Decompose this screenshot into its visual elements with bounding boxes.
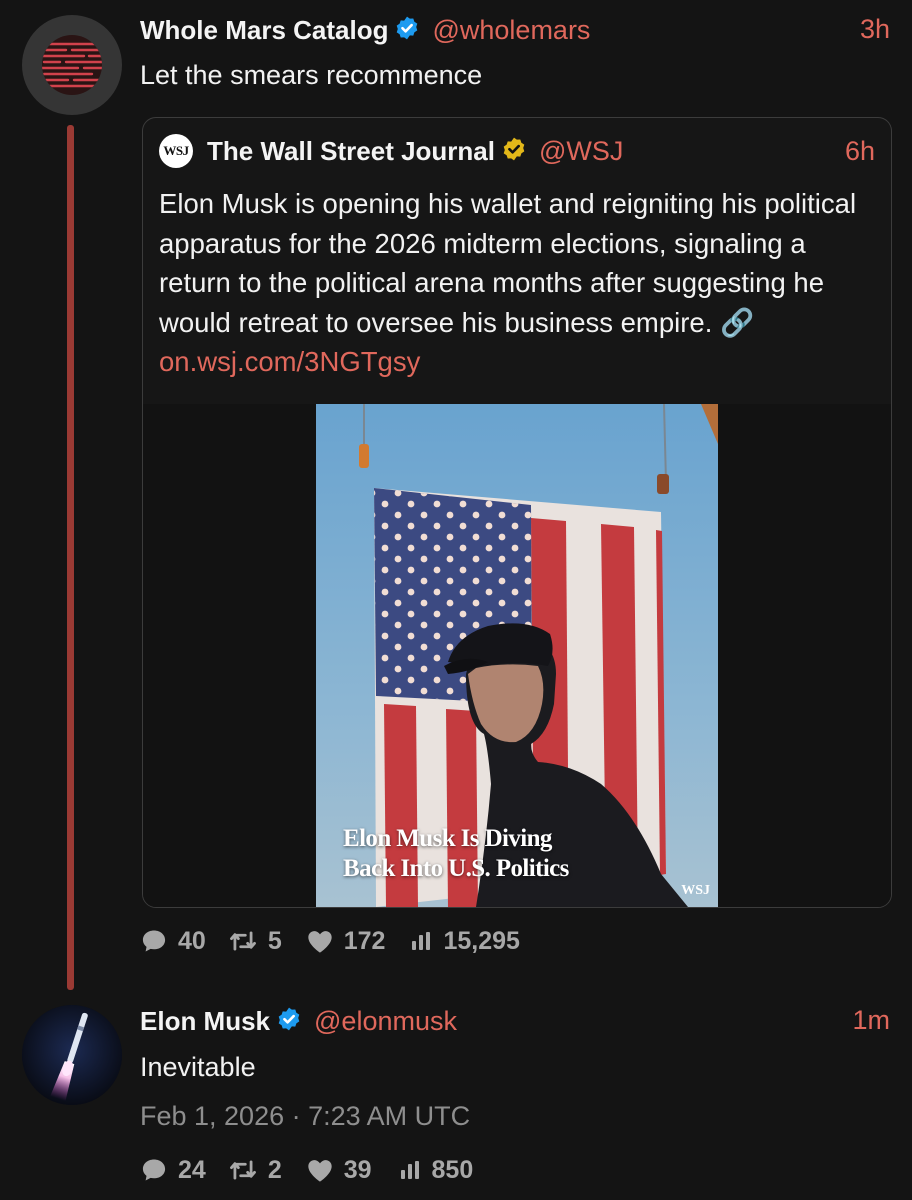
retweet-action[interactable]: 5 xyxy=(228,927,282,956)
bar-chart-icon xyxy=(400,1161,419,1179)
reply-count: 40 xyxy=(178,926,206,955)
tweet-text: Let the smears recommence xyxy=(140,60,483,90)
retweet-action[interactable]: 2 xyxy=(228,1156,282,1185)
reply-author-name[interactable]: Elon Musk xyxy=(140,1006,270,1037)
reply-action[interactable]: 24 xyxy=(140,1156,206,1185)
avatar-elonmusk[interactable] xyxy=(22,1005,122,1105)
wsj-logo: WSJ xyxy=(159,134,193,168)
reply-time[interactable]: 1m xyxy=(790,1005,890,1036)
avatar-wholemars[interactable] xyxy=(22,15,122,115)
quote-text-block: Elon Musk is opening his wallet and reig… xyxy=(159,184,879,382)
retweet-count: 2 xyxy=(267,1155,282,1184)
views-count: 15,295 xyxy=(443,926,520,955)
reply-date[interactable]: Feb 1, 2026 · 7:23 AM UTC xyxy=(140,1101,470,1132)
quote-header: WSJ The Wall Street Journal @WSJ 6h xyxy=(159,134,875,168)
media-headline-line2: Back Into U.S. Politics xyxy=(343,855,569,882)
views-action[interactable]: 850 xyxy=(398,1155,474,1185)
media-headline: Elon Musk Is Diving Back Into U.S. Polit… xyxy=(343,824,569,884)
reply-actions: 24 2 39 850 xyxy=(140,1154,473,1186)
author-handle[interactable]: @wholemars xyxy=(432,15,590,46)
retweet-icon xyxy=(229,931,256,951)
quote-media-image[interactable]: Elon Musk Is Diving Back Into U.S. Polit… xyxy=(316,404,718,907)
reply-count: 24 xyxy=(178,1155,206,1184)
verified-icon xyxy=(276,1006,302,1037)
retweet-count: 5 xyxy=(267,926,282,955)
like-action[interactable]: 39 xyxy=(306,1156,372,1185)
reply-author-handle[interactable]: @elonmusk xyxy=(314,1006,457,1037)
retweet-icon xyxy=(229,1160,256,1180)
reply-text: Inevitable xyxy=(140,1052,256,1082)
comment-icon xyxy=(142,930,166,952)
like-action[interactable]: 172 xyxy=(306,926,386,956)
reply-header: Elon Musk @elonmusk xyxy=(140,1004,457,1038)
tweet-actions: 40 5 172 15,295 xyxy=(140,925,520,957)
quote-link[interactable]: on.wsj.com/3NGTgsy xyxy=(159,346,420,377)
like-count: 172 xyxy=(343,926,386,955)
comment-icon xyxy=(142,1159,166,1181)
media-headline-line1: Elon Musk Is Diving xyxy=(343,825,552,852)
link-icon: 🔗 xyxy=(719,306,755,338)
verified-icon xyxy=(394,15,420,46)
quoted-tweet-card[interactable]: WSJ The Wall Street Journal @WSJ 6h Elon… xyxy=(142,117,892,908)
media-watermark: WSJ xyxy=(681,883,710,898)
heart-icon xyxy=(308,1160,332,1182)
heart-icon xyxy=(308,931,332,953)
quote-time[interactable]: 6h xyxy=(845,136,875,167)
author-name[interactable]: Whole Mars Catalog xyxy=(140,15,388,46)
tweet-header: Whole Mars Catalog @wholemars xyxy=(140,13,590,47)
views-action[interactable]: 15,295 xyxy=(409,926,520,956)
thread-line xyxy=(67,125,74,990)
bar-chart-icon xyxy=(412,932,431,950)
tweet-time[interactable]: 3h xyxy=(790,14,890,45)
views-count: 850 xyxy=(431,1155,474,1184)
reply-action[interactable]: 40 xyxy=(140,927,206,956)
quote-author-name[interactable]: The Wall Street Journal xyxy=(207,136,495,167)
like-count: 39 xyxy=(343,1155,372,1184)
quote-author-handle[interactable]: @WSJ xyxy=(539,136,623,167)
verified-gold-icon xyxy=(501,136,527,167)
